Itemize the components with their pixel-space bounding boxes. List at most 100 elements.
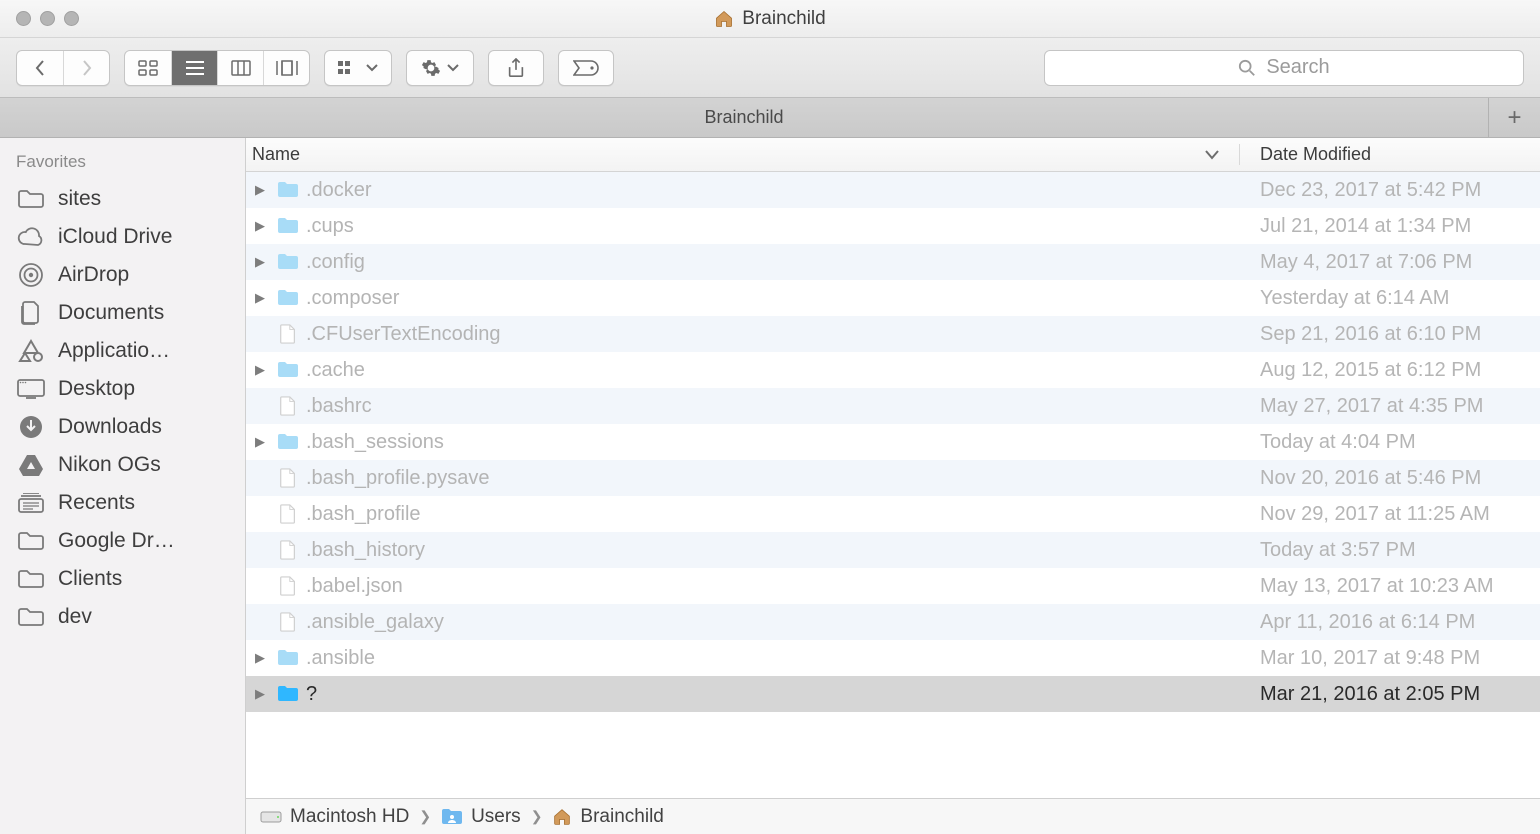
folder-icon (274, 217, 302, 235)
file-name: .config (302, 251, 1240, 274)
new-tab-button[interactable]: + (1488, 98, 1540, 137)
file-row[interactable]: .bash_historyToday at 3:57 PM (246, 532, 1540, 568)
disclosure-triangle-icon[interactable]: ▶ (246, 182, 274, 198)
back-button[interactable] (17, 51, 63, 85)
sidebar-item-clients[interactable]: Clients (0, 560, 245, 598)
file-name: .ansible_galaxy (302, 611, 1240, 634)
file-row[interactable]: ▶ .composerYesterday at 6:14 AM (246, 280, 1540, 316)
view-columns-button[interactable] (217, 51, 263, 85)
path-item[interactable]: Users (441, 806, 521, 828)
sidebar-item-sites[interactable]: sites (0, 180, 245, 218)
path-item[interactable]: Brainchild (552, 806, 663, 828)
view-list-button[interactable] (171, 51, 217, 85)
sidebar-item-label: dev (58, 605, 92, 629)
file-icon (274, 576, 302, 596)
file-row[interactable]: ▶.cacheAug 12, 2015 at 6:12 PM (246, 352, 1540, 388)
file-modified: May 4, 2017 at 7:06 PM (1240, 251, 1540, 274)
file-row[interactable]: .babel.jsonMay 13, 2017 at 10:23 AM (246, 568, 1540, 604)
sidebar-item-icloud-drive[interactable]: iCloud Drive (0, 218, 245, 256)
gdrive-icon (16, 452, 46, 478)
minimize-window-button[interactable] (40, 11, 55, 26)
search-field[interactable]: Search (1044, 50, 1524, 86)
sidebar-item-nikon-ogs[interactable]: Nikon OGs (0, 446, 245, 484)
tab-label: Brainchild (704, 107, 783, 128)
userfolder-icon (441, 808, 463, 826)
zoom-window-button[interactable] (64, 11, 79, 26)
file-modified: Today at 4:04 PM (1240, 431, 1540, 454)
forward-button[interactable] (63, 51, 109, 85)
tags-segment (558, 50, 614, 86)
file-row[interactable]: .ansible_galaxyApr 11, 2016 at 6:14 PM (246, 604, 1540, 640)
view-segment (124, 50, 310, 86)
sidebar-item-applicatio-[interactable]: Applicatio… (0, 332, 245, 370)
file-modified: Yesterday at 6:14 AM (1240, 287, 1540, 310)
disclosure-triangle-icon[interactable]: ▶ (246, 434, 274, 450)
airdrop-icon (16, 262, 46, 288)
file-row[interactable]: ▶.dockerDec 23, 2017 at 5:42 PM (246, 172, 1540, 208)
file-row[interactable]: ▶.cupsJul 21, 2014 at 1:34 PM (246, 208, 1540, 244)
sidebar-item-label: Nikon OGs (58, 453, 161, 477)
disclosure-triangle-icon[interactable]: ▶ (246, 218, 274, 234)
file-modified: Sep 21, 2016 at 6:10 PM (1240, 323, 1540, 346)
arrange-button[interactable] (325, 51, 391, 85)
folder-icon (16, 186, 46, 212)
file-row[interactable]: ▶?Mar 21, 2016 at 2:05 PM (246, 676, 1540, 712)
file-row[interactable]: ▶.ansibleMar 10, 2017 at 9:48 PM (246, 640, 1540, 676)
file-name: .babel.json (302, 575, 1240, 598)
file-icon (274, 324, 302, 344)
share-button[interactable] (489, 51, 543, 85)
column-date-modified[interactable]: Date Modified (1240, 144, 1540, 165)
action-button[interactable] (407, 51, 473, 85)
close-window-button[interactable] (16, 11, 31, 26)
sidebar-item-recents[interactable]: Recents (0, 484, 245, 522)
file-row[interactable]: .CFUserTextEncodingSep 21, 2016 at 6:10 … (246, 316, 1540, 352)
sidebar: Favorites sitesiCloud DriveAirDropDocume… (0, 138, 246, 834)
file-row[interactable]: ▶ .configMay 4, 2017 at 7:06 PM (246, 244, 1540, 280)
view-gallery-button[interactable] (263, 51, 309, 85)
file-name: .composer (302, 287, 1240, 310)
window-controls (16, 11, 79, 26)
sidebar-item-label: Desktop (58, 377, 135, 401)
sort-indicator-icon (1205, 150, 1219, 160)
sidebar-item-google-dr-[interactable]: Google Dr… (0, 522, 245, 560)
file-icon (274, 612, 302, 632)
arrange-segment (324, 50, 392, 86)
view-icons-button[interactable] (125, 51, 171, 85)
file-row[interactable]: .bashrcMay 27, 2017 at 4:35 PM (246, 388, 1540, 424)
folder-icon (274, 253, 302, 271)
file-rows: ▶.dockerDec 23, 2017 at 5:42 PM▶.cupsJul… (246, 172, 1540, 798)
file-name: .bash_profile (302, 503, 1240, 526)
disclosure-triangle-icon[interactable]: ▶ (246, 686, 274, 702)
file-row[interactable]: .bash_profileNov 29, 2017 at 11:25 AM (246, 496, 1540, 532)
sidebar-item-documents[interactable]: Documents (0, 294, 245, 332)
tab-active[interactable]: Brainchild (0, 98, 1488, 137)
file-row[interactable]: .bash_profile.pysaveNov 20, 2016 at 5:46… (246, 460, 1540, 496)
path-label: Macintosh HD (290, 806, 409, 828)
disclosure-triangle-icon[interactable]: ▶ (246, 290, 274, 306)
sidebar-item-dev[interactable]: dev (0, 598, 245, 636)
file-name: .ansible (302, 647, 1240, 670)
disclosure-triangle-icon[interactable]: ▶ (246, 650, 274, 666)
documents-icon (16, 300, 46, 326)
sidebar-item-desktop[interactable]: Desktop (0, 370, 245, 408)
sidebar-item-airdrop[interactable]: AirDrop (0, 256, 245, 294)
disclosure-triangle-icon[interactable]: ▶ (246, 362, 274, 378)
window-title: Brainchild (742, 8, 825, 30)
home-icon (552, 808, 572, 826)
column-name-label: Name (252, 144, 300, 165)
applications-icon (16, 338, 46, 364)
disclosure-triangle-icon[interactable]: ▶ (246, 254, 274, 270)
file-name: ? (302, 683, 1240, 706)
sidebar-item-downloads[interactable]: Downloads (0, 408, 245, 446)
sidebar-item-label: Downloads (58, 415, 162, 439)
column-name[interactable]: Name (246, 144, 1240, 165)
folder-icon (16, 528, 46, 554)
folder-icon (274, 433, 302, 451)
tags-button[interactable] (559, 51, 613, 85)
file-modified: May 27, 2017 at 4:35 PM (1240, 395, 1540, 418)
downloads-icon (16, 414, 46, 440)
path-item[interactable]: Macintosh HD (260, 806, 409, 828)
file-modified: Mar 21, 2016 at 2:05 PM (1240, 683, 1540, 706)
chevron-right-icon: ❯ (531, 808, 543, 825)
file-row[interactable]: ▶.bash_sessionsToday at 4:04 PM (246, 424, 1540, 460)
